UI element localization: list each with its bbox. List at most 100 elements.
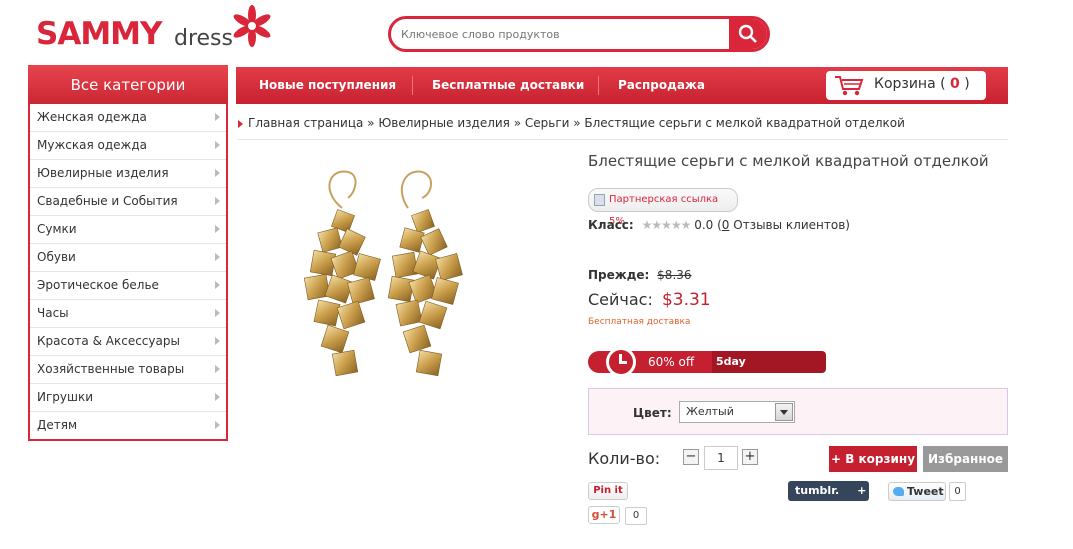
- chevron-right-icon: [215, 253, 220, 261]
- nav-divider: [598, 76, 599, 95]
- old-price-label: Прежде:: [588, 268, 650, 282]
- flower-logo-icon: [233, 5, 271, 47]
- sidebar-item-label: Обуви: [37, 250, 76, 264]
- sidebar-item-label: Женская одежда: [37, 110, 147, 124]
- twitter-bird-icon: [893, 487, 904, 496]
- sidebar-item-jewelry[interactable]: Ювелирные изделия: [30, 160, 226, 188]
- category-sidebar: Женская одежда Мужская одежда Ювелирные …: [28, 104, 228, 441]
- google-plus-count: 0: [625, 507, 647, 525]
- sidebar-item-label: Свадебные и События: [37, 194, 178, 208]
- current-price: $3.31: [661, 290, 711, 310]
- product-image[interactable]: [290, 150, 512, 400]
- chevron-right-icon: [215, 141, 220, 149]
- cart-label: Корзина ( 0 ): [874, 76, 970, 92]
- color-option-box: Цвет: Желтый: [588, 388, 1008, 435]
- pinterest-button[interactable]: Pin it: [588, 482, 628, 500]
- cart-label-text: Корзина: [874, 76, 936, 92]
- chevron-right-icon: [215, 309, 220, 317]
- sidebar-item-mens[interactable]: Мужская одежда: [30, 132, 226, 160]
- nav-free-shipping[interactable]: Бесплатные доставки: [432, 67, 584, 104]
- tweet-label: Tweet: [907, 485, 944, 498]
- sidebar-item-label: Мужская одежда: [37, 138, 147, 152]
- sidebar-item-label: Ювелирные изделия: [37, 166, 169, 180]
- sidebar-item-label: Эротическое белье: [37, 278, 159, 292]
- sidebar-item-womens[interactable]: Женская одежда: [30, 104, 226, 132]
- rating-row: Класс: ★★★★★ 0.0 (0 Отзывы клиентов): [588, 218, 850, 236]
- quantity-increase-button[interactable]: +: [742, 449, 758, 465]
- sidebar-item-toys[interactable]: Игрушки: [30, 384, 226, 412]
- sidebar-item-household[interactable]: Хозяйственные товары: [30, 356, 226, 384]
- site-logo[interactable]: SAMMY dress: [36, 5, 276, 54]
- discount-percent: 60% off: [648, 355, 695, 369]
- sidebar-item-label: Часы: [37, 306, 69, 320]
- sidebar-item-label: Красота & Аксессуары: [37, 334, 180, 348]
- sidebar-item-label: Сумки: [37, 222, 77, 236]
- sidebar-item-lingerie[interactable]: Эротическое белье: [30, 272, 226, 300]
- chevron-right-icon: [215, 393, 220, 401]
- chevron-right-icon: [215, 169, 220, 177]
- sidebar-item-shoes[interactable]: Обуви: [30, 244, 226, 272]
- chevron-right-icon: [215, 365, 220, 373]
- breadcrumb-text[interactable]: Главная страница » Ювелирные изделия » С…: [248, 116, 905, 130]
- sidebar-item-label: Хозяйственные товары: [37, 362, 185, 376]
- search-input[interactable]: [401, 19, 721, 49]
- rating-value: 0.0: [694, 218, 714, 232]
- free-shipping-note: Бесплатная доставка: [588, 317, 691, 327]
- color-select[interactable]: Желтый: [679, 401, 795, 423]
- sidebar-item-watches[interactable]: Часы: [30, 300, 226, 328]
- logo-brand: SAMMY: [36, 16, 162, 52]
- quantity-input[interactable]: 1: [704, 446, 738, 470]
- sidebar-item-label: Игрушки: [37, 390, 94, 404]
- color-label: Цвет:: [633, 406, 672, 420]
- tumblr-button[interactable]: tumblr. +: [788, 481, 869, 501]
- current-price-row: Сейчас: $3.31: [588, 290, 711, 310]
- star-rating-icon: ★★★★★: [641, 218, 692, 232]
- chevron-right-icon: [215, 197, 220, 205]
- search-button[interactable]: [729, 19, 767, 49]
- nav-new-arrivals[interactable]: Новые поступления: [259, 67, 396, 104]
- chevron-right-icon: [215, 421, 220, 429]
- sidebar-item-wedding[interactable]: Свадебные и События: [30, 188, 226, 216]
- breadcrumb-arrow-icon: [238, 120, 243, 128]
- reviews-text: Отзывы клиентов): [733, 218, 850, 232]
- tumblr-plus-icon: +: [857, 484, 867, 497]
- earrings-image: [303, 170, 463, 377]
- tweet-button[interactable]: Tweet: [888, 482, 946, 501]
- quantity-label: Коли-во:: [588, 449, 661, 468]
- nav-sale[interactable]: Распродажа: [618, 67, 705, 104]
- sidebar-item-beauty[interactable]: Красота & Аксессуары: [30, 328, 226, 356]
- color-select-value: Желтый: [686, 405, 734, 418]
- tumblr-label: tumblr.: [795, 484, 840, 497]
- chevron-down-icon[interactable]: [775, 403, 793, 421]
- all-categories-tab[interactable]: Все категории: [28, 65, 228, 105]
- cart-count: 0: [950, 76, 960, 92]
- sidebar-item-bags[interactable]: Сумки: [30, 216, 226, 244]
- cart-button[interactable]: Корзина ( 0 ): [826, 71, 986, 100]
- add-to-cart-button[interactable]: + В корзину: [829, 446, 917, 472]
- reviews-link[interactable]: (0 Отзывы клиентов): [717, 218, 850, 232]
- quantity-decrease-button[interactable]: −: [683, 449, 699, 465]
- cart-open-paren: (: [940, 76, 946, 92]
- product-title: Блестящие серьги с мелкой квадратной отд…: [588, 152, 989, 170]
- sidebar-item-label: Детям: [37, 418, 78, 432]
- wishlist-button[interactable]: Избранное: [923, 446, 1008, 472]
- current-price-label: Сейчас:: [588, 290, 653, 309]
- main-nav: Новые поступления Бесплатные доставки Ра…: [236, 67, 1008, 104]
- rating-label: Класс:: [588, 218, 634, 232]
- logo-suffix: dress: [174, 26, 233, 51]
- tweet-count: 0: [949, 482, 966, 501]
- deal-discount: 60% off: [588, 347, 712, 377]
- google-plus-button[interactable]: g+1: [588, 506, 620, 524]
- countdown-timer: 5day 23:30:35:760: [712, 351, 826, 390]
- shopping-cart-icon: [835, 76, 864, 96]
- breadcrumb: Главная страница » Ювелирные изделия » С…: [238, 116, 1008, 140]
- sidebar-item-kids[interactable]: Детям: [30, 412, 226, 440]
- deal-countdown: 60% off 5day 23:30:35:760: [588, 347, 826, 390]
- search-icon: [738, 24, 757, 43]
- reviews-count[interactable]: 0: [722, 218, 730, 232]
- clock-icon: [606, 347, 636, 377]
- old-price-row: Прежде: $8.36: [588, 268, 692, 282]
- nav-divider: [412, 76, 413, 95]
- affiliate-link-badge[interactable]: Партнерская ссылка 5%: [588, 188, 738, 227]
- affiliate-icon: [594, 194, 605, 206]
